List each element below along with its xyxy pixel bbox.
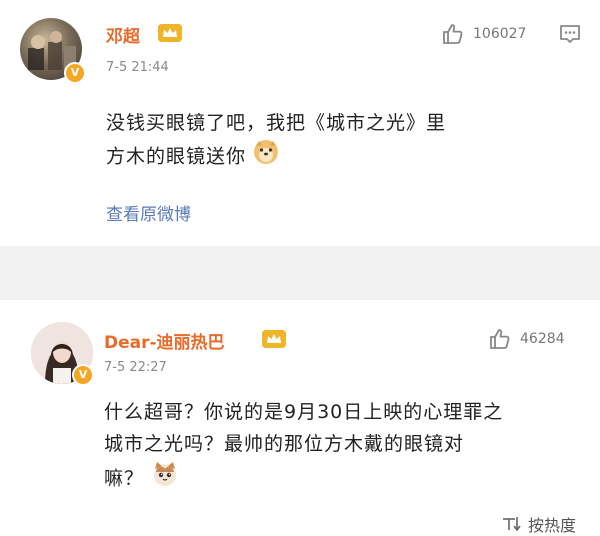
sort-icon: [502, 517, 521, 532]
comment-time: 7-5 22:27: [104, 360, 167, 375]
comment-line: 嘛？: [104, 467, 145, 490]
crown-icon: [262, 330, 286, 348]
like-button[interactable]: 46284: [488, 327, 565, 351]
verified-badge-icon: V: [64, 62, 86, 84]
more-icon[interactable]: [558, 22, 582, 50]
comment-line: 方木的眼镜送你: [106, 145, 247, 168]
view-original-link[interactable]: 查看原微博: [106, 200, 191, 225]
comment-line: 城市之光吗？最帅的那位方木戴的眼镜对: [104, 433, 465, 455]
username[interactable]: Dear-迪丽热巴: [104, 328, 225, 353]
doge-emoji-icon: [253, 139, 279, 175]
sort-label: 按热度: [527, 516, 576, 535]
comment-line: 什么超哥？你说的是9月30日上映的心理罪之: [104, 401, 504, 423]
cat-emoji-icon: [151, 460, 179, 498]
username[interactable]: 邓超: [106, 22, 140, 47]
like-count: 106027: [473, 26, 527, 42]
divider-bar: 按热度: [0, 246, 600, 535]
comment-line: 没钱买眼镜了吧，我把《城市之光》里: [106, 112, 447, 134]
comment-text: 什么超哥？你说的是9月30日上映的心理罪之 城市之光吗？最帅的那位方木戴的眼镜对…: [104, 396, 574, 498]
crown-icon: [158, 24, 182, 42]
like-button[interactable]: 106027: [441, 22, 526, 46]
like-count: 46284: [520, 331, 565, 347]
comment-line-with-emoji: 嘛？: [104, 460, 574, 498]
comment-time: 7-5 21:44: [106, 60, 169, 75]
thumbs-up-icon: [490, 329, 510, 349]
thumbs-up-icon: [443, 24, 463, 44]
comment-text: 没钱买眼镜了吧，我把《城市之光》里 方木的眼镜送你: [106, 107, 576, 175]
comment-line-with-emoji: 方木的眼镜送你: [106, 139, 576, 175]
verified-badge-icon: V: [72, 364, 94, 386]
comment-card: V 邓超 7-5 21:44 106027 没钱买眼镜了吧，我把《城市之光》里 …: [0, 0, 600, 246]
sort-by-hot-button[interactable]: 按热度: [502, 512, 576, 536]
